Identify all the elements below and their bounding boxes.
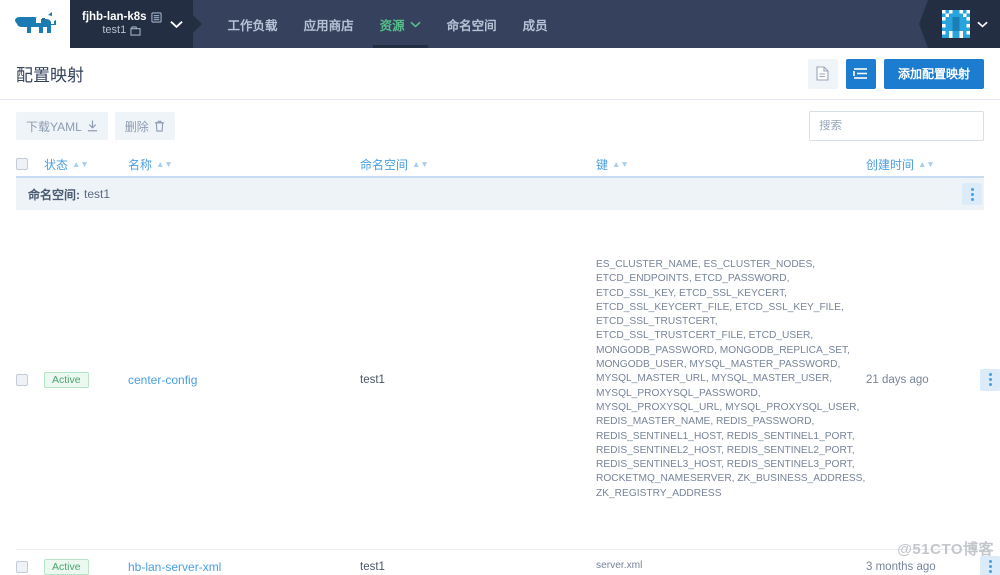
download-icon [87, 120, 97, 132]
project-selector-arrow [192, 15, 202, 33]
top-navigation-bar: fjhb-lan-k8s test1 工作负载 应用商店 资源 命名空间 成员 [0, 0, 1000, 48]
row-name-cell: hb-lan-server-xml [128, 560, 360, 574]
nav-item-resources[interactable]: 资源 [367, 0, 434, 48]
document-view-button[interactable] [807, 58, 838, 89]
row-name-cell: center-config [128, 373, 360, 387]
select-all-checkbox[interactable] [16, 158, 28, 170]
nav-item-namespaces[interactable]: 命名空间 [434, 0, 510, 48]
column-label: 键 [596, 157, 609, 172]
list-icon [150, 11, 162, 23]
add-configmap-button[interactable]: 添加配置映射 [883, 58, 984, 89]
nav-label: 命名空间 [446, 18, 497, 33]
table-header-row: 状态 ▲▼ 名称 ▲▼ 命名空间 ▲▼ 键 ▲▼ 创建时间 ▲▼ [16, 152, 984, 178]
row-keys-cell: ES_CLUSTER_NAME, ES_CLUSTER_NODES, ETCD_… [596, 258, 866, 499]
column-label: 命名空间 [360, 157, 409, 172]
column-header-namespace[interactable]: 命名空间 ▲▼ [360, 156, 596, 173]
row-select-cell [16, 560, 44, 573]
project-selector[interactable]: fjhb-lan-k8s test1 [70, 0, 202, 48]
nav-label: 工作负载 [227, 18, 278, 33]
sort-icon: ▲▼ [918, 158, 935, 169]
status-badge: Active [44, 558, 89, 575]
row-actions-cell [964, 368, 1000, 391]
row-select-cell [16, 373, 44, 386]
page-header-actions: 添加配置映射 [807, 58, 984, 89]
group-more-vertical-icon[interactable] [962, 183, 982, 205]
group-row-value: test1 [84, 187, 111, 201]
status-badge: Active [44, 371, 89, 388]
group-row-label: 命名空间: [28, 187, 80, 202]
add-configmap-label: 添加配置映射 [897, 67, 970, 81]
row-namespace-cell: test1 [360, 560, 385, 573]
column-header-status[interactable]: 状态 ▲▼ [44, 156, 128, 173]
download-yaml-label: 下载YAML [26, 119, 82, 134]
delete-label: 删除 [124, 119, 149, 134]
user-avatar-identicon[interactable] [942, 10, 970, 38]
nav-label: 应用商店 [303, 18, 354, 33]
row-actions-cell [964, 555, 1000, 575]
delete-button[interactable]: 删除 [114, 112, 175, 140]
list-view-icon [853, 68, 868, 79]
list-view-button[interactable] [845, 58, 876, 89]
page-header: 配置映射 添加配置映射 [0, 48, 1000, 100]
column-label: 创建时间 [866, 157, 915, 172]
nav-label: 资源 [379, 18, 405, 33]
table-group-row: 命名空间: test1 [16, 178, 984, 210]
page-title: 配置映射 [16, 66, 84, 85]
page-root: fjhb-lan-k8s test1 工作负载 应用商店 资源 命名空间 成员 … [0, 0, 1000, 575]
nav-item-members[interactable]: 成员 [510, 0, 561, 48]
document-icon [816, 66, 830, 81]
workspace-name: test1 [102, 24, 127, 37]
nav-item-workloads[interactable]: 工作负载 [215, 0, 291, 48]
sort-icon: ▲▼ [156, 158, 173, 169]
download-yaml-button[interactable]: 下载YAML [16, 112, 108, 140]
row-namespace-cell: test1 [360, 373, 385, 386]
sort-icon: ▲▼ [612, 158, 629, 169]
elephant-logo-icon [15, 12, 56, 33]
project-selector-text: fjhb-lan-k8s test1 [82, 10, 162, 38]
column-label: 状态 [44, 157, 69, 172]
column-header-created-time[interactable]: 创建时间 ▲▼ [866, 156, 964, 173]
column-header-name[interactable]: 名称 ▲▼ [128, 156, 360, 173]
trash-icon [154, 120, 164, 132]
row-checkbox[interactable] [16, 560, 28, 573]
column-header-key[interactable]: 键 ▲▼ [596, 156, 866, 173]
project-chevron-down-icon[interactable] [169, 20, 183, 29]
app-logo[interactable] [0, 0, 70, 48]
row-keys-cell: server.xml [596, 560, 643, 572]
user-menu[interactable] [919, 0, 1000, 48]
workspace-name-row: test1 [82, 24, 162, 38]
cluster-name: fjhb-lan-k8s [82, 10, 147, 23]
sort-icon: ▲▼ [72, 158, 89, 169]
column-label: 名称 [128, 157, 153, 172]
table-row[interactable]: Active center-config test1 ES_CLUSTER_NA… [16, 210, 1000, 550]
configmap-name-link[interactable]: hb-lan-server-xml [128, 560, 221, 574]
configmap-name-link[interactable]: center-config [128, 373, 197, 387]
chevron-down-icon [409, 21, 421, 28]
select-all-cell [16, 158, 44, 170]
table-toolbar: 下载YAML 删除 [0, 100, 1000, 152]
row-created-time-cell: 21 days ago [866, 373, 929, 386]
row-checkbox[interactable] [16, 373, 28, 386]
user-menu-chevron-down-icon[interactable] [977, 21, 988, 28]
folder-icon [130, 26, 141, 36]
row-more-vertical-icon[interactable] [980, 368, 1000, 391]
cluster-name-row: fjhb-lan-k8s [82, 10, 162, 24]
group-row-actions-cell [946, 183, 982, 205]
sort-icon: ▲▼ [412, 158, 429, 169]
nav-item-app-store[interactable]: 应用商店 [291, 0, 367, 48]
configmaps-table: 状态 ▲▼ 名称 ▲▼ 命名空间 ▲▼ 键 ▲▼ 创建时间 ▲▼ 命名空间: t… [0, 152, 1000, 575]
row-status-cell: Active [44, 371, 128, 388]
row-more-vertical-icon[interactable] [980, 555, 1000, 575]
row-created-time-cell: 3 months ago [866, 560, 936, 573]
row-status-cell: Active [44, 558, 128, 575]
main-nav-links: 工作负载 应用商店 资源 命名空间 成员 [215, 0, 561, 48]
table-row[interactable]: Active hb-lan-server-xml test1 server.xm… [16, 550, 1000, 575]
nav-label: 成员 [522, 18, 548, 33]
search-box[interactable] [809, 111, 984, 141]
search-input[interactable] [819, 120, 974, 132]
